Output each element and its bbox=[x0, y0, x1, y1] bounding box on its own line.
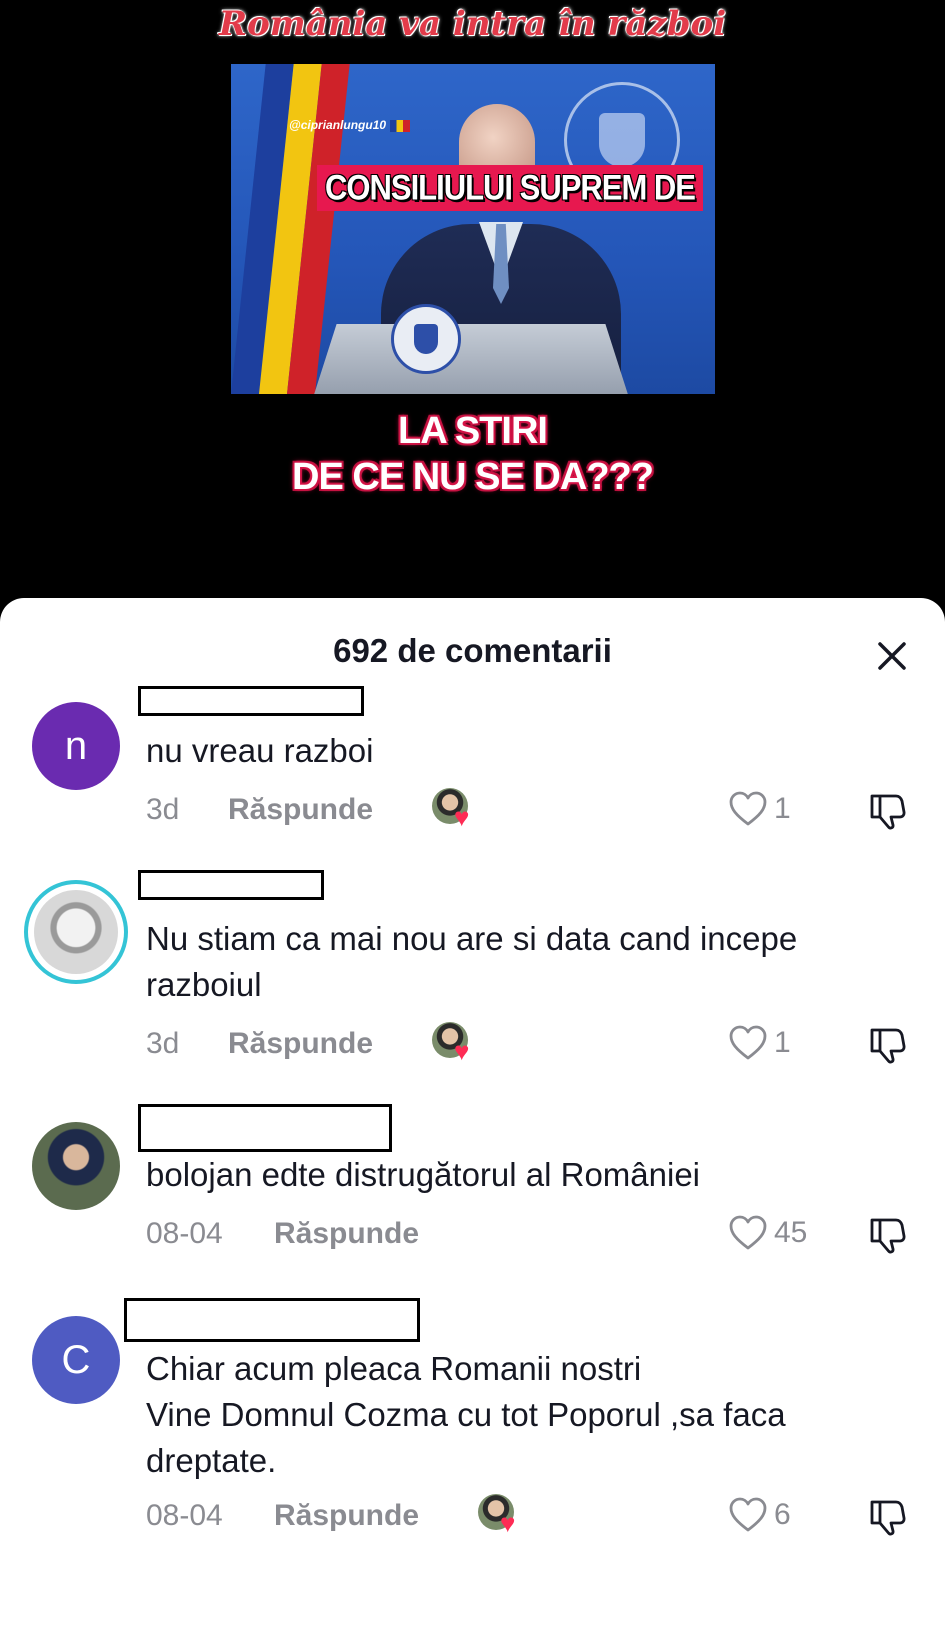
video-subtitle-line1: LA STIRI bbox=[398, 410, 548, 452]
heart-outline-icon bbox=[729, 791, 767, 826]
video-player[interactable]: România va intra în război @ciprianlungu… bbox=[0, 0, 945, 620]
close-icon[interactable] bbox=[870, 634, 914, 678]
creator-liked-icon: ♥ bbox=[432, 1022, 476, 1064]
comment-date: 08-04 bbox=[146, 1217, 223, 1250]
comment-date: 3d bbox=[146, 793, 180, 826]
video-title-overlay: România va intra în război bbox=[218, 4, 727, 44]
dislike-icon[interactable] bbox=[866, 1212, 910, 1256]
flag-icon bbox=[390, 119, 411, 132]
reply-button[interactable]: Răspunde bbox=[274, 1499, 419, 1533]
comment-text: bolojan edte distrugătorul al României bbox=[146, 1156, 701, 1193]
comment-meta: 08-04 Răspunde 45 bbox=[146, 1214, 926, 1254]
comments-count-title: 692 de comentarii bbox=[333, 632, 612, 669]
avatar[interactable]: n bbox=[32, 702, 120, 790]
video-frame: @ciprianlungu10 CONSILIULUI SUPREM DE bbox=[231, 64, 715, 394]
video-caption: CONSILIULUI SUPREM DE bbox=[317, 165, 703, 211]
video-subtitle-line2: DE CE NU SE DA??? bbox=[292, 456, 654, 498]
dislike-icon[interactable] bbox=[866, 1494, 910, 1538]
heart-outline-icon bbox=[729, 1025, 767, 1060]
heart-outline-icon bbox=[729, 1497, 767, 1532]
podium-seal-icon bbox=[391, 304, 461, 374]
reply-button[interactable]: Răspunde bbox=[274, 1217, 419, 1251]
comment-date: 08-04 bbox=[146, 1499, 223, 1532]
comment-text: nu vreau razboi bbox=[146, 732, 374, 769]
comment-text: Chiar acum pleaca Romanii nostri Vine Do… bbox=[146, 1350, 786, 1479]
like-count: 45 bbox=[774, 1216, 808, 1249]
creator-handle-overlay: @ciprianlungu10 bbox=[289, 118, 411, 132]
comment-meta: 08-04 Răspunde ♥ 6 bbox=[146, 1494, 926, 1538]
comment-meta: 3d Răspunde ♥ 1 bbox=[146, 1022, 926, 1066]
reply-button[interactable]: Răspunde bbox=[228, 793, 373, 827]
like-count: 6 bbox=[774, 1498, 791, 1531]
like-count: 1 bbox=[774, 792, 791, 825]
like-button[interactable]: 6 bbox=[728, 1496, 791, 1534]
heart-outline-icon bbox=[729, 1215, 767, 1250]
avatar[interactable]: C bbox=[32, 1316, 120, 1404]
like-button[interactable]: 1 bbox=[728, 1024, 791, 1062]
like-count: 1 bbox=[774, 1026, 791, 1059]
username-redacted[interactable] bbox=[138, 686, 364, 716]
comments-sheet: 692 de comentarii n nu vreau razboi 3d R… bbox=[0, 598, 945, 1646]
reply-button[interactable]: Răspunde bbox=[228, 1027, 373, 1061]
creator-liked-icon: ♥ bbox=[432, 788, 476, 830]
username-redacted[interactable] bbox=[138, 1104, 392, 1152]
comment-meta: 3d Răspunde ♥ 1 bbox=[146, 788, 926, 832]
username-redacted[interactable] bbox=[138, 870, 324, 900]
avatar[interactable] bbox=[32, 1122, 120, 1210]
comment-date: 3d bbox=[146, 1027, 180, 1060]
like-button[interactable]: 1 bbox=[728, 790, 791, 828]
podium bbox=[311, 324, 631, 394]
creator-liked-icon: ♥ bbox=[478, 1494, 522, 1536]
dislike-icon[interactable] bbox=[866, 1022, 910, 1066]
username-redacted[interactable] bbox=[124, 1298, 420, 1342]
avatar[interactable] bbox=[24, 880, 128, 984]
like-button[interactable]: 45 bbox=[728, 1214, 807, 1252]
dislike-icon[interactable] bbox=[866, 788, 910, 832]
comment-text: Nu stiam ca mai nou are si data cand inc… bbox=[146, 920, 798, 1003]
